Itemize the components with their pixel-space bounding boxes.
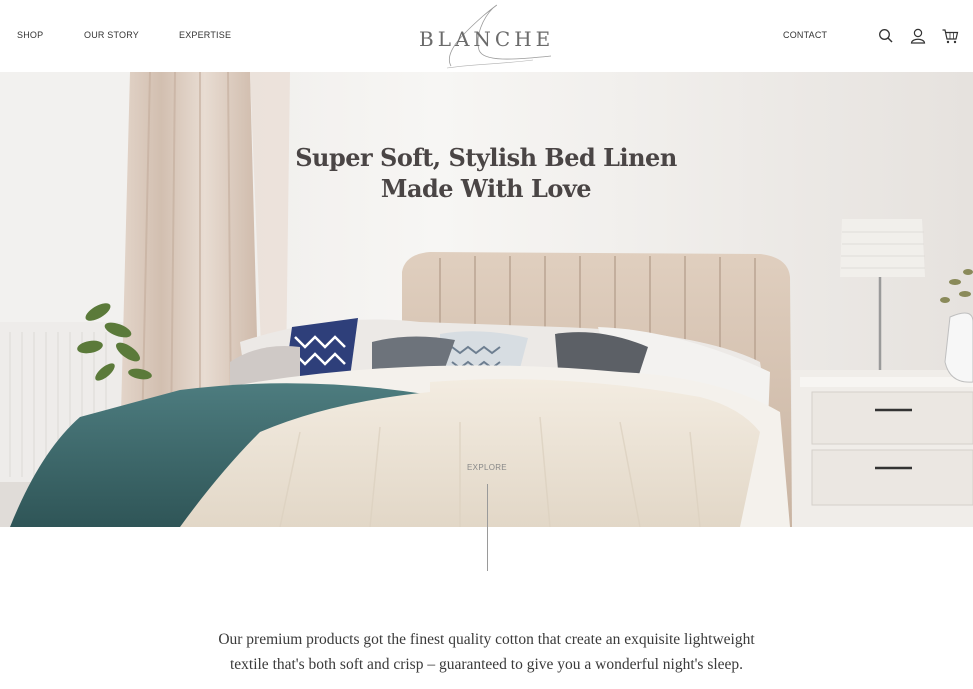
nav-shop[interactable]: SHOP [17, 30, 43, 40]
logo-text: BLANCHE [419, 27, 555, 51]
search-icon[interactable] [877, 27, 895, 45]
intro-line-1: Our premium products got the finest qual… [218, 631, 755, 648]
intro-text: Our premium products got the finest qual… [200, 627, 773, 677]
bedroom-photo [0, 72, 973, 527]
nav-our-story[interactable]: OUR STORY [84, 30, 139, 40]
hero-title-line-2: Made With Love [380, 174, 592, 203]
hero-title-line-1: Super Soft, Stylish Bed Linen [295, 143, 677, 172]
nav-contact[interactable]: CONTACT [783, 30, 827, 40]
cart-icon[interactable] [941, 27, 959, 45]
site-header: SHOP OUR STORY EXPERTISE BLANCHE CONTACT [0, 0, 973, 72]
explore-divider-line [487, 484, 488, 571]
explore-link[interactable]: EXPLORE [458, 463, 516, 472]
nav-expertise[interactable]: EXPERTISE [179, 30, 231, 40]
intro-line-2: textile that's both soft and crisp – gua… [229, 656, 744, 673]
user-icon[interactable] [909, 27, 927, 45]
brand-logo[interactable]: BLANCHE [413, 2, 559, 70]
hero-banner: Super Soft, Stylish Bed Linen Made With … [0, 72, 973, 527]
hero-title: Super Soft, Stylish Bed Linen Made With … [236, 142, 736, 204]
